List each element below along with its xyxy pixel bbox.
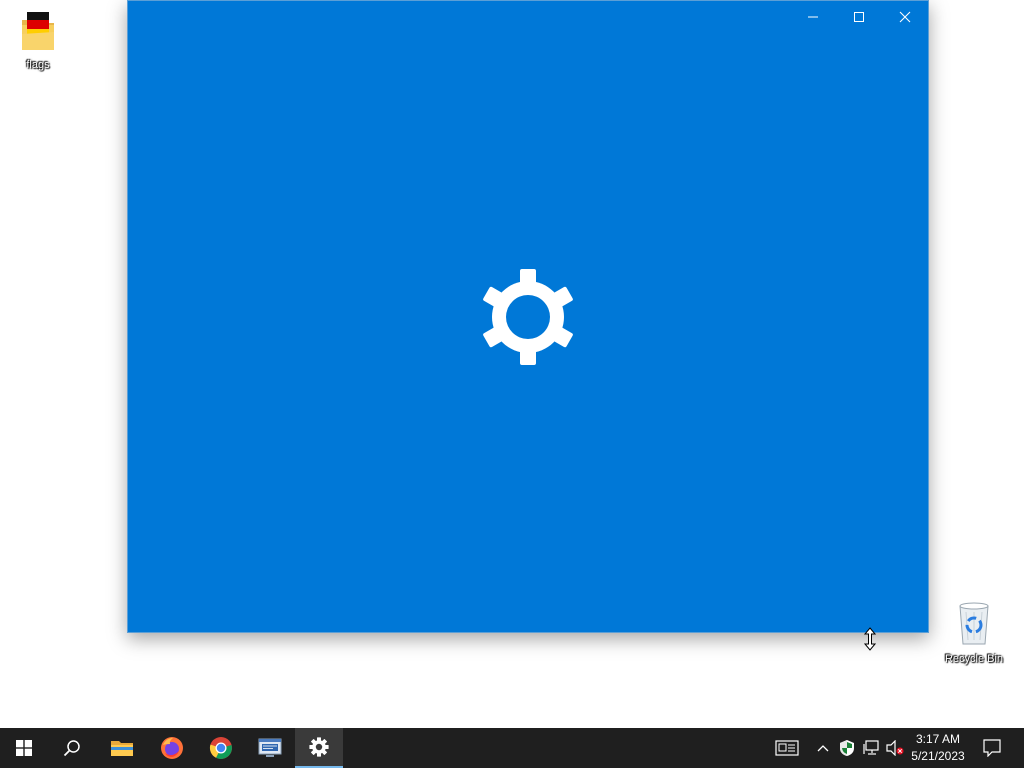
- taskbar-clock[interactable]: 3:17 AM 5/21/2023: [906, 728, 970, 768]
- resize-cursor-icon: [864, 627, 876, 651]
- desktop-icon-label: flags: [26, 59, 50, 71]
- desktop-icon-label: Recycle Bin: [944, 653, 1004, 665]
- taskbar: 3:17 AM 5/21/2023: [0, 728, 1024, 768]
- clock-date: 5/21/2023: [911, 749, 965, 763]
- volume-tray-button[interactable]: [884, 728, 906, 768]
- gear-icon: [309, 737, 329, 757]
- security-shield-icon: [840, 740, 854, 756]
- action-center-icon: [983, 739, 1001, 757]
- chrome-icon: [209, 737, 232, 759]
- folder-icon: [111, 741, 133, 756]
- minimize-button[interactable]: [790, 1, 836, 33]
- volume-muted-icon: [886, 740, 904, 756]
- minimize-icon: [808, 16, 818, 18]
- settings-taskbar-button[interactable]: [295, 728, 343, 768]
- news-button[interactable]: [772, 728, 802, 768]
- action-center-button[interactable]: [978, 728, 1006, 768]
- news-icon: [775, 740, 799, 756]
- maximize-button[interactable]: [836, 1, 882, 33]
- firefox-button[interactable]: [148, 728, 196, 768]
- desktop-icon-recycle-bin[interactable]: Recycle Bin: [938, 600, 1010, 666]
- chevron-up-icon: [817, 745, 829, 752]
- file-explorer-button[interactable]: [98, 728, 146, 768]
- network-window-icon: [258, 738, 282, 757]
- maximize-icon: [854, 12, 864, 22]
- gear-icon: [483, 269, 573, 365]
- start-button[interactable]: [0, 728, 48, 768]
- desktop: flags Recycle Bin: [0, 0, 1024, 728]
- chrome-button[interactable]: [197, 728, 245, 768]
- recycle-bin-icon: [959, 602, 989, 645]
- network-tray-button[interactable]: [860, 728, 882, 768]
- security-tray-button[interactable]: [836, 728, 858, 768]
- settings-window[interactable]: [127, 0, 929, 633]
- clock-time: 3:17 AM: [915, 732, 961, 746]
- network-icon: [863, 740, 879, 755]
- search-icon: [63, 740, 80, 757]
- folder-flag-germany-icon: [22, 12, 54, 50]
- search-button[interactable]: [48, 728, 96, 768]
- network-connections-button[interactable]: [246, 728, 294, 768]
- close-icon: [899, 11, 911, 23]
- show-hidden-icons-button[interactable]: [812, 728, 834, 768]
- firefox-icon: [161, 737, 183, 759]
- windows-logo-icon: [16, 740, 32, 756]
- caption-buttons: [790, 1, 928, 33]
- desktop-icon-flags[interactable]: flags: [2, 8, 74, 72]
- close-button[interactable]: [882, 1, 928, 33]
